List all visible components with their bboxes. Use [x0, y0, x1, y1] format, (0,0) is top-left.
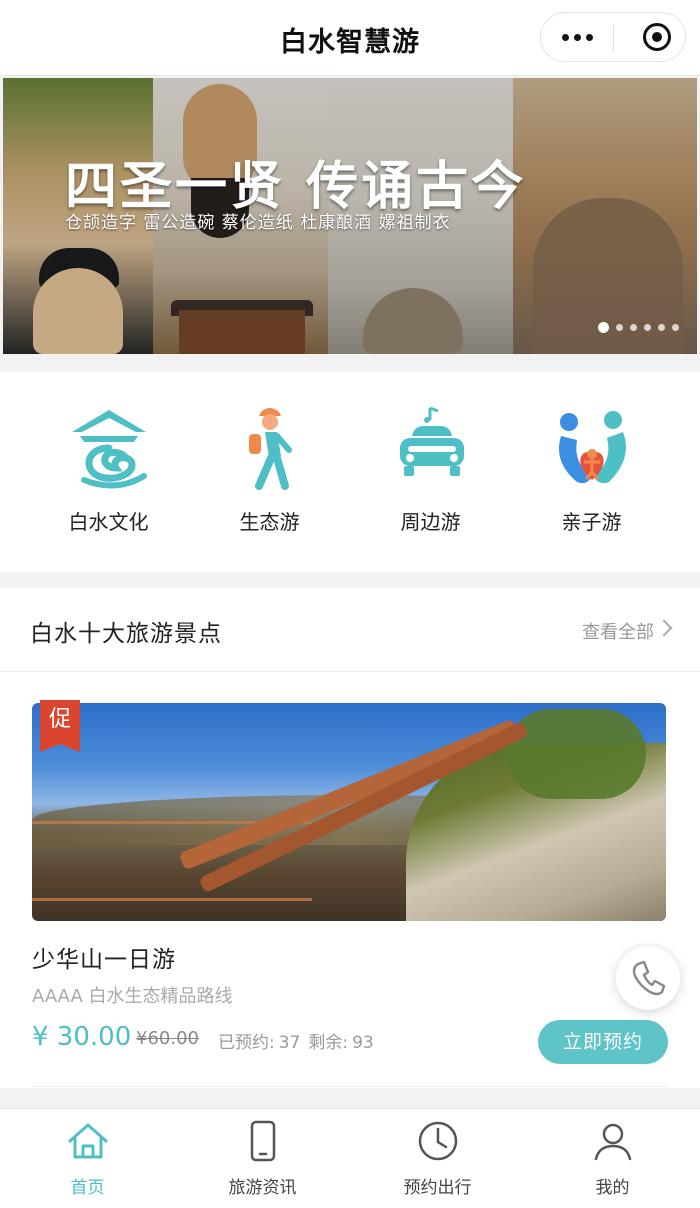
view-all-link[interactable]: 查看全部 — [582, 618, 668, 644]
temple-icon — [64, 402, 154, 492]
carousel-dot[interactable] — [672, 324, 679, 331]
category-baishui-culture[interactable]: 白水文化 — [44, 372, 174, 572]
carousel-dot-active[interactable] — [598, 322, 609, 333]
category-label: 生态游 — [239, 510, 300, 534]
category-label: 亲子游 — [561, 510, 622, 534]
navigation-bar: 白水智慧游 — [0, 0, 700, 76]
tab-mine[interactable]: 我的 — [525, 1109, 700, 1208]
attraction-image[interactable] — [32, 703, 666, 921]
promo-badge: 促 — [40, 700, 80, 752]
category-label: 白水文化 — [68, 510, 149, 534]
booked-label: 已预约: — [218, 1033, 275, 1053]
home-icon — [66, 1119, 110, 1163]
tab-travel-news[interactable]: 旅游资讯 — [175, 1109, 350, 1208]
close-mini-program-icon[interactable] — [643, 23, 671, 51]
hiker-icon — [225, 402, 315, 492]
booking-stats: 已预约: 37 剩余: 93 — [218, 1028, 382, 1053]
capsule-divider — [613, 25, 614, 51]
current-price: ¥ 30.00 — [32, 1022, 132, 1052]
banner-carousel[interactable]: 四圣一贤 传诵古今 仓颉造字 雷公造碗 蔡伦造纸 杜康酿酒 嫘祖制衣 — [3, 78, 697, 354]
clock-icon — [416, 1119, 460, 1163]
category-eco-tour[interactable]: 生态游 — [205, 372, 335, 572]
price-row: ¥ 30.00 ¥60.00 已预约: 37 剩余: 93 立即预约 — [32, 1020, 668, 1064]
booked-count: 37 — [278, 1033, 301, 1053]
phone-icon — [241, 1119, 285, 1163]
tab-label: 我的 — [595, 1178, 630, 1198]
category-grid: 白水文化 生态游 周边游 亲子游 — [0, 372, 700, 572]
car-icon — [386, 402, 476, 492]
banner-subtitle: 仓颉造字 雷公造碗 蔡伦造纸 杜康酿酒 嫘祖制衣 — [65, 213, 451, 233]
carousel-dot[interactable] — [644, 324, 651, 331]
tab-booking[interactable]: 预约出行 — [350, 1109, 525, 1208]
carousel-indicator — [598, 322, 679, 333]
category-label: 周边游 — [400, 510, 461, 534]
category-nearby-tour[interactable]: 周边游 — [366, 372, 496, 572]
tab-label: 预约出行 — [403, 1178, 472, 1198]
carousel-dot[interactable] — [616, 324, 623, 331]
book-now-button[interactable]: 立即预约 — [538, 1020, 668, 1064]
category-family-tour[interactable]: 亲子游 — [527, 372, 657, 572]
page: 白水智慧游 四圣一贤 传诵古今 仓颉造字 雷公造碗 蔡伦造纸 杜康酿酒 嫘祖制衣 — [0, 0, 700, 1208]
carousel-dot[interactable] — [658, 324, 665, 331]
remaining-count: 93 — [352, 1033, 374, 1053]
card-divider — [32, 1086, 668, 1087]
call-button[interactable] — [616, 946, 680, 1010]
original-price: ¥60.00 — [136, 1028, 199, 1049]
tab-home[interactable]: 首页 — [0, 1109, 175, 1208]
tab-bar: 首页 旅游资讯 预约出行 我的 — [0, 1108, 700, 1208]
section-title: 白水十大旅游景点 — [30, 621, 222, 647]
section-header: 白水十大旅游景点 查看全部 — [0, 588, 700, 672]
tab-label: 旅游资讯 — [228, 1178, 297, 1198]
tab-label: 首页 — [70, 1178, 105, 1198]
carousel-dot[interactable] — [630, 324, 637, 331]
attraction-subtitle: AAAA 白水生态精品路线 — [32, 986, 233, 1007]
mini-program-capsule — [540, 12, 686, 62]
image-tree — [506, 709, 646, 799]
more-menu-icon[interactable] — [541, 13, 613, 61]
user-icon — [591, 1119, 635, 1163]
phone-call-icon — [632, 960, 666, 996]
family-icon — [547, 402, 637, 492]
remaining-label: 剩余: — [308, 1033, 349, 1053]
attraction-title[interactable]: 少华山一日游 — [32, 940, 176, 974]
